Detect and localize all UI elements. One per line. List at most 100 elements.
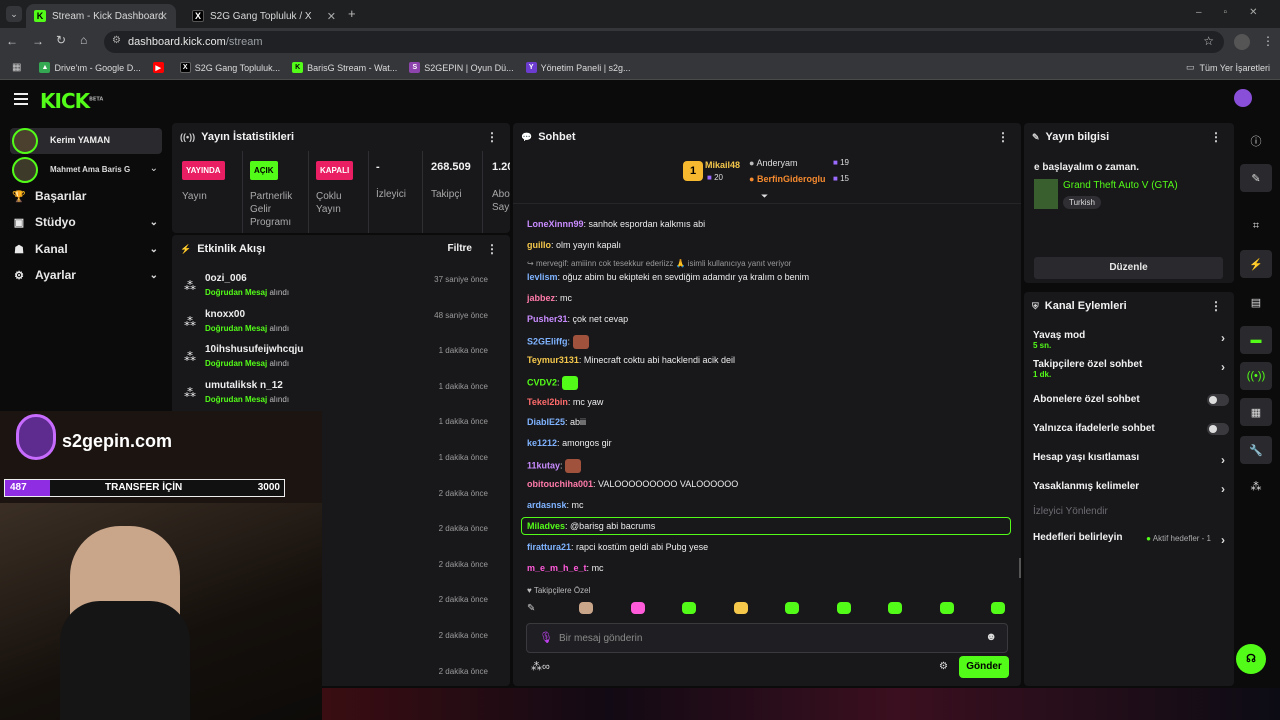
chat-username[interactable]: m_e_m_h_e_t [527,563,587,573]
chat-message[interactable]: ke1212: amongos gir [527,438,612,448]
users-icon[interactable]: ⁂ [1240,472,1272,500]
chat-message[interactable]: DiablE25: abiii [527,417,586,427]
quick-emote-icon[interactable] [630,602,645,614]
chat-message[interactable]: jabbez: mc [527,293,572,303]
reload-icon[interactable]: ↻ [56,33,66,47]
chat-icon[interactable]: ▬ [1240,326,1272,354]
quick-emote-icon[interactable] [733,602,748,614]
bookmark-barisg[interactable]: K BarisG Stream - Wat... [292,62,397,73]
site-info-icon[interactable]: ⚙ [112,35,121,46]
quick-emote-icon[interactable] [682,602,696,614]
bookmark-s2gepin[interactable]: S S2GEPIN | Oyun Dü... [409,62,514,73]
apps-icon[interactable]: ▦ [12,62,21,73]
chat-username[interactable]: LoneXinnn99 [527,219,584,229]
bookmark-youtube[interactable]: ▶ [152,62,168,73]
back-icon[interactable]: ← [6,34,18,48]
sidebar-item-settings[interactable]: ⚙ Ayarlar ⌄ [12,264,162,286]
emoji-icon[interactable]: ☻ [985,631,997,643]
action-banned-words[interactable]: Yasaklanmış kelimeler › [1033,481,1229,496]
kick-logo[interactable]: KICKBETA [40,89,103,113]
action-account-age[interactable]: Hesap yaşı kısıtlaması › [1033,452,1229,467]
info-icon[interactable]: ⓘ [1240,127,1272,155]
action-set-goals[interactable]: Hedefleri belirleyin ● Aktif hedefler - 1… [1033,532,1229,547]
chat-scrollbar[interactable] [1019,558,1021,578]
collapse-icon[interactable]: ⏷ [761,191,768,202]
chat-username[interactable]: 11kutay [527,460,560,470]
sidebar-item-channel[interactable]: ☗ Kanal ⌄ [12,238,162,260]
tab-s2g-gang[interactable]: X S2G Gang Topluluk / X ✕ [184,4,344,28]
window-controls[interactable]: –▫✕ [1196,7,1280,18]
chat-username[interactable]: ardasnsk [527,500,567,510]
chat-input[interactable]: 🎙 Bir mesaj gönderin ☻ [526,623,1008,653]
emote-only-toggle[interactable] [1207,423,1229,435]
chat-username[interactable]: ke1212 [527,438,557,448]
crop-icon[interactable]: ⌗ [1240,212,1272,240]
edit-icon[interactable]: ✎ [1240,164,1272,192]
tab-kick-dashboard[interactable]: K Stream - Kick Dashboard ✕ [26,4,176,28]
chat-message[interactable]: m_e_m_h_e_t: mc [527,563,604,573]
forward-icon[interactable]: → [32,34,44,48]
chat-username[interactable]: DiablE25 [527,417,565,427]
activity-event[interactable]: ⁂ umutaliksk n_12 Doğrudan Mesaj alındı 1 d… [180,378,500,414]
action-raid[interactable]: İzleyici Yönlendir [1033,506,1229,517]
chat-username[interactable]: guillo [527,240,551,250]
more-options-icon[interactable]: ⋮ [997,130,1009,144]
chat-username[interactable]: firattura21 [527,542,571,552]
more-options-icon[interactable]: ⋮ [486,242,498,256]
send-button[interactable]: Gönder [959,656,1009,678]
chat-username[interactable]: CVDV2 [527,377,557,387]
action-slow-mode[interactable]: Yavaş mod 5 sn. › [1033,330,1229,350]
quick-emote-icon[interactable] [836,602,851,614]
user-avatar[interactable] [1234,89,1252,107]
close-tab-icon[interactable]: ✕ [159,10,168,23]
subscribers-only-toggle[interactable] [1207,394,1229,406]
hamburger-menu-icon[interactable] [14,93,28,105]
bookmark-star-icon[interactable]: ☆ [1203,34,1214,48]
chat-message[interactable]: CVDV2: [527,376,579,390]
chat-settings-icon[interactable]: ⚙ [939,661,948,672]
bookmark-s2g-x[interactable]: X S2G Gang Topluluk... [179,62,280,73]
layout-icon[interactable]: ▦ [1240,398,1272,426]
chat-username[interactable]: jabbez [527,293,555,303]
chat-message[interactable]: Miladves: @barisg abi bacrums [521,517,1011,535]
document-icon[interactable]: ▤ [1240,288,1272,316]
quick-emote-icon[interactable] [939,602,954,614]
chat-message[interactable]: guillo: olm yayın kapalı [527,240,621,250]
action-followers-only[interactable]: Takipçilere özel sohbet 1 dk. › [1033,359,1229,379]
all-bookmarks[interactable]: ▭ Tüm Yer İşaretleri [1186,62,1270,73]
chat-message[interactable]: Pusher31: çok net cevap [527,314,628,324]
support-headset-icon[interactable]: ☊ [1236,644,1266,674]
chat-username[interactable]: Tekel2bin [527,397,568,407]
chat-message[interactable]: levlism: oğuz abim bu ekipteki en sevdiğ… [527,272,809,282]
chat-username[interactable]: levlism [527,272,558,282]
bookmark-drive[interactable]: ▲ Drive'ım - Google D... [39,62,141,73]
chat-message[interactable]: Tekel2bin: mc yaw [527,397,603,407]
activity-event[interactable]: ⁂ knoxx00 Doğrudan Mesaj alındı 48 saniye ö… [180,307,500,343]
activity-event[interactable]: ⁂ 10ihshusufeijwhcqju Doğrudan Mesaj alınd… [180,342,500,378]
chat-username[interactable]: Teymur3131 [527,355,579,365]
chat-username[interactable]: Pusher31 [527,314,568,324]
chat-username[interactable]: S2GEliffg [527,336,568,346]
close-tab-icon[interactable]: ✕ [327,10,336,23]
mic-icon[interactable]: 🎙 [539,631,553,644]
bookmark-panel[interactable]: Y Yönetim Paneli | s2g... [525,62,631,73]
chat-username[interactable]: Miladves [527,521,565,531]
chat-message[interactable]: obitouchiha001: VALOOOOOOOOO VALOOOOOO [527,479,738,489]
pin-icon[interactable]: ✎ [527,603,535,614]
sidebar-item-achievements[interactable]: 🏆 Başarılar [12,185,162,207]
broadcast-icon[interactable]: ((•)) [1240,362,1272,390]
home-icon[interactable]: ⌂ [80,33,87,47]
sidebar-item-studio[interactable]: ▣ Stüdyo ⌄ [12,211,162,233]
stream-category[interactable]: Grand Theft Auto V (GTA) [1063,180,1178,191]
chat-message[interactable]: 11kutay: [527,459,582,473]
browser-menu-icon[interactable]: ⋮ [1262,34,1274,48]
more-options-icon[interactable]: ⋮ [486,130,498,144]
chat-username[interactable]: obitouchiha001 [527,479,593,489]
chat-message[interactable]: LoneXinnn99: sanhok espordan kalkmıs abi [527,219,705,229]
activity-event[interactable]: ⁂ 0ozi_006 Doğrudan Mesaj alındı 37 saniye … [180,271,500,307]
edit-button[interactable]: Düzenle [1034,257,1223,279]
chat-message[interactable]: Teymur3131: Minecraft coktu abi hacklend… [527,355,735,365]
wrench-icon[interactable]: 🔧 [1240,436,1272,464]
user-badges-icon[interactable]: ⁂∞ [531,660,550,673]
new-tab-button[interactable]: + [348,6,356,21]
